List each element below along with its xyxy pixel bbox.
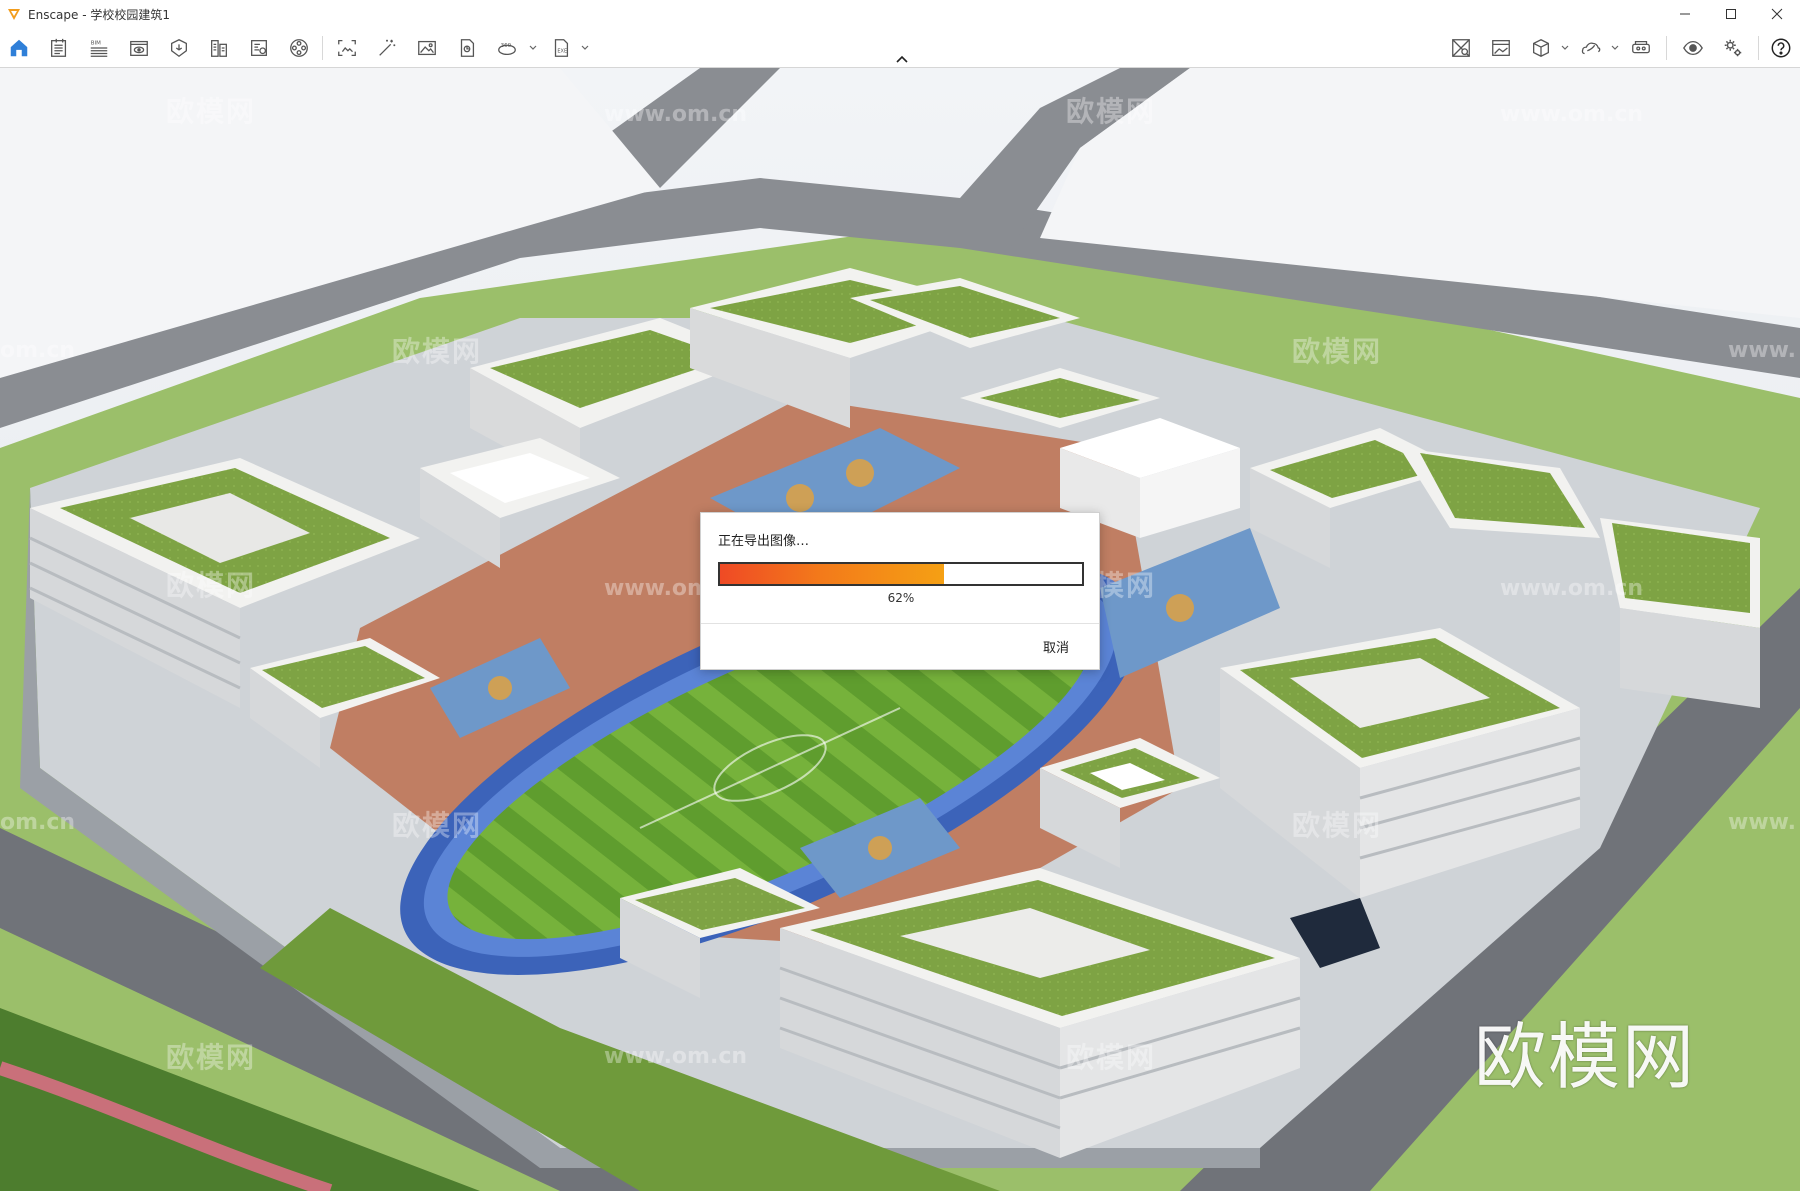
asset-icon [171, 39, 187, 58]
panorama-dropdown-button[interactable] [528, 40, 538, 56]
export-progress-dialog: 正在导出图像… 62% 取消 [700, 512, 1100, 670]
cube-button[interactable] [1526, 34, 1556, 62]
video-button[interactable] [284, 34, 314, 62]
gallery-icon [1492, 40, 1510, 56]
screenshot-icon [338, 40, 356, 56]
library-button[interactable] [204, 34, 234, 62]
progress-percent-label: 62% [887, 591, 915, 605]
window-controls [1662, 0, 1800, 28]
watermark-url-partial: om.cn [0, 810, 76, 835]
chevron-down-icon [581, 45, 589, 50]
view-icon [130, 40, 148, 56]
vr-headset-icon [1632, 40, 1650, 54]
watermark-text: 欧模网 [1066, 1041, 1157, 1074]
watermark-url: www.om.cn [1500, 102, 1644, 127]
magic-button[interactable] [372, 34, 402, 62]
watermark-url: www.om.cn [604, 102, 748, 127]
brand-watermark-logo: 欧模网 [1474, 1015, 1697, 1099]
visual-settings-button[interactable] [1678, 34, 1708, 62]
home-icon [10, 39, 28, 57]
document-icon [51, 38, 67, 57]
watermark-url-partial: om.cn [0, 338, 76, 363]
map-icon [1452, 39, 1470, 57]
watermark-text: 欧模网 [392, 809, 483, 842]
export-exe-icon: EXE [554, 39, 569, 57]
title-bar: Enscape - 学校校园建筑1 [0, 0, 1800, 28]
collapse-toolbar-caret-icon[interactable] [894, 52, 910, 66]
batch-icon [460, 39, 475, 57]
settings-icon [1724, 39, 1742, 57]
material-button[interactable] [244, 34, 274, 62]
toolbar-separator [1758, 36, 1759, 60]
enscape-logo-icon [8, 9, 20, 20]
dialog-title: 正在导出图像… [718, 534, 810, 549]
export-exe-button[interactable]: EXE [546, 34, 576, 62]
progress-bar [718, 562, 1084, 586]
panorama-360-button[interactable]: 360 [492, 34, 522, 62]
watermark-url-partial: www. [1728, 338, 1796, 363]
toolbar-separator [1666, 36, 1667, 60]
close-icon [1771, 8, 1783, 20]
cloud-icon [1581, 42, 1601, 55]
toolbar-separator [322, 36, 323, 60]
watermark-text: 欧模网 [1292, 335, 1383, 368]
svg-text:EXE: EXE [557, 49, 567, 55]
svg-text:BIM: BIM [91, 40, 101, 46]
material-icon [251, 40, 267, 56]
chevron-down-icon [529, 45, 537, 50]
image-button[interactable] [412, 34, 442, 62]
maximize-button[interactable] [1708, 0, 1754, 28]
bim-icon: BIM [90, 40, 108, 57]
progress-bar-fill [720, 564, 945, 584]
watermark-text: 欧模网 [1292, 809, 1383, 842]
home-button[interactable] [4, 34, 34, 62]
watermark-text: 欧模网 [166, 95, 257, 128]
cancel-button[interactable]: 取消 [1043, 637, 1069, 656]
bim-button[interactable]: BIM [84, 34, 114, 62]
help-button[interactable] [1766, 34, 1796, 62]
watermark-url: www.om.cn [1500, 576, 1644, 601]
cube-icon [1533, 39, 1549, 57]
watermark-url-partial: www. [1728, 810, 1796, 835]
cloud-button[interactable] [1576, 34, 1606, 62]
asset-button[interactable] [164, 34, 194, 62]
dialog-divider [701, 623, 1099, 624]
maximize-icon [1726, 9, 1736, 19]
cube-dropdown-button[interactable] [1560, 40, 1570, 56]
panorama-360-icon: 360 [498, 43, 516, 56]
svg-text:360: 360 [501, 43, 512, 49]
document-button[interactable] [44, 34, 74, 62]
video-icon [290, 39, 308, 57]
view-button[interactable] [124, 34, 154, 62]
image-icon [418, 40, 436, 56]
watermark-text: 欧模网 [1066, 95, 1157, 128]
screenshot-button[interactable] [332, 34, 362, 62]
export-dropdown-button[interactable] [580, 40, 590, 56]
watermark-text: 欧模网 [166, 1041, 257, 1074]
magic-icon [379, 39, 396, 56]
visual-settings-icon [1683, 40, 1703, 56]
minimize-icon [1680, 13, 1690, 15]
settings-button[interactable] [1718, 34, 1748, 62]
close-button[interactable] [1754, 0, 1800, 28]
chevron-down-icon [1561, 45, 1569, 50]
batch-button[interactable] [452, 34, 482, 62]
window-title: Enscape - 学校校园建筑1 [28, 7, 170, 22]
minimize-button[interactable] [1662, 0, 1708, 28]
cloud-dropdown-button[interactable] [1610, 40, 1620, 56]
watermark-text: 欧模网 [392, 335, 483, 368]
help-icon [1771, 38, 1791, 58]
chevron-down-icon [1611, 45, 1619, 50]
vr-headset-button[interactable] [1626, 34, 1656, 62]
watermark-text: 欧模网 [166, 569, 257, 602]
library-icon [211, 40, 227, 57]
map-button[interactable] [1446, 34, 1476, 62]
watermark-url: www.om.cn [604, 1044, 748, 1069]
gallery-button[interactable] [1486, 34, 1516, 62]
